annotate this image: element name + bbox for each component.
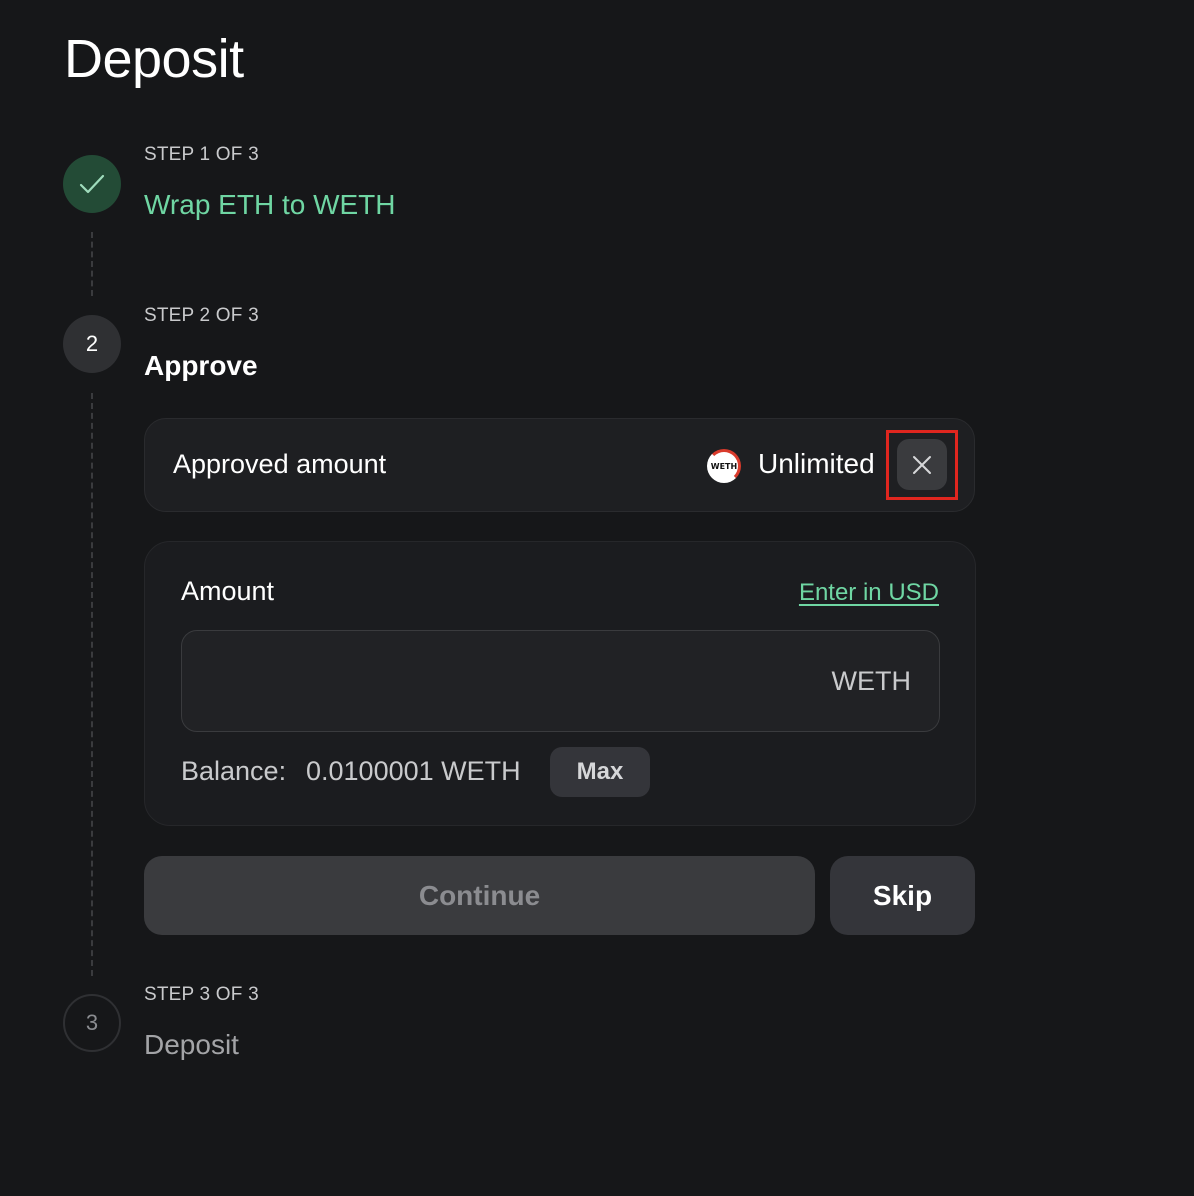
approved-amount-value: Unlimited <box>758 448 875 479</box>
step-1-title: Wrap ETH to WETH <box>144 189 396 220</box>
balance-value: 0.0100001 WETH <box>306 756 521 786</box>
step-1-label: STEP 1 OF 3 <box>144 144 259 165</box>
amount-input-box: WETH <box>181 630 940 732</box>
step-1-complete-badge <box>63 155 121 213</box>
amount-unit-label: WETH <box>831 666 911 696</box>
step-3-title: Deposit <box>144 1029 239 1060</box>
deposit-page: Deposit STEP 1 OF 3 Wrap ETH to WETH 2 S… <box>0 0 1194 1196</box>
step-connector-1 <box>91 232 93 296</box>
max-button[interactable]: Max <box>550 747 650 797</box>
step-3-number-badge: 3 <box>63 994 121 1052</box>
close-icon <box>913 455 931 474</box>
approved-amount-card: Approved amount WETH Unlimited <box>144 418 975 512</box>
approved-amount-label: Approved amount <box>173 449 387 479</box>
amount-label: Amount <box>181 576 275 606</box>
clear-approval-button[interactable] <box>897 439 947 490</box>
amount-input[interactable] <box>202 656 806 708</box>
page-title: Deposit <box>64 29 244 89</box>
enter-in-usd-link[interactable]: Enter in USD <box>799 579 939 607</box>
step-2-number-badge: 2 <box>63 315 121 373</box>
weth-token-icon: WETH <box>707 449 741 483</box>
check-icon <box>79 174 105 194</box>
continue-button[interactable]: Continue <box>144 856 815 935</box>
step-3-label: STEP 3 OF 3 <box>144 984 259 1005</box>
balance-label: Balance: <box>181 756 287 786</box>
step-2-title: Approve <box>144 350 258 381</box>
step-connector-2 <box>91 393 93 976</box>
amount-card: Amount Enter in USD WETH Balance: 0.0100… <box>144 541 976 826</box>
skip-button[interactable]: Skip <box>830 856 975 935</box>
step-2-label: STEP 2 OF 3 <box>144 305 259 326</box>
